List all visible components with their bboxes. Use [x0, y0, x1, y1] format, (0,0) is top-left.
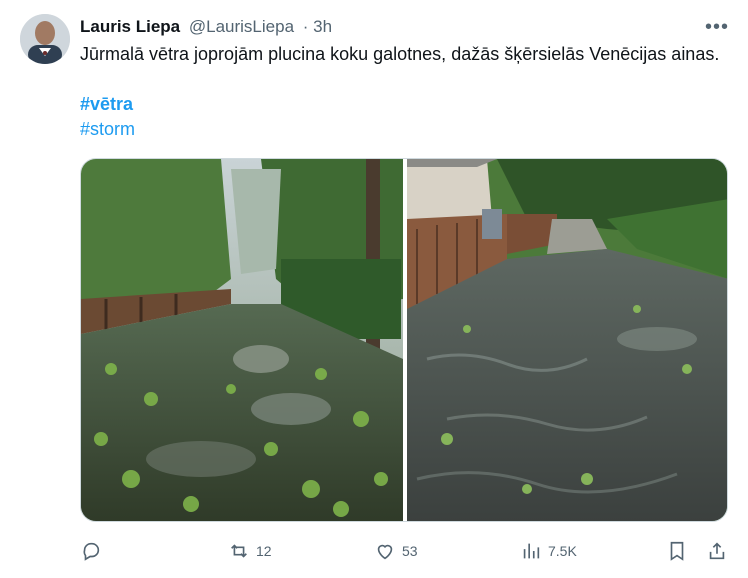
bookmark-button[interactable] [666, 536, 688, 566]
hashtag-vetra[interactable]: #vētra [80, 92, 133, 117]
like-button[interactable]: 53 [374, 536, 418, 566]
retweet-icon [231, 544, 247, 558]
views-count: 7.5K [548, 543, 577, 559]
storm-photo-left[interactable] [81, 159, 403, 521]
author-name[interactable]: Lauris Liepa [80, 17, 180, 36]
views-button[interactable]: 7.5K [520, 536, 577, 566]
author-handle[interactable]: @LaurisLiepa [189, 17, 294, 36]
reply-button[interactable] [80, 536, 102, 566]
bookmark-icon [670, 541, 684, 561]
media-grid [80, 158, 728, 522]
hashtag-storm[interactable]: #storm [80, 117, 135, 142]
share-button[interactable] [706, 536, 728, 566]
storm-photo-right[interactable] [407, 159, 727, 521]
tweet-text: Jūrmalā vētra joprojām plucina koku galo… [80, 44, 720, 64]
like-icon [377, 544, 393, 560]
views-icon [523, 543, 540, 559]
retweet-button[interactable]: 12 [228, 536, 272, 566]
more-icon[interactable]: ••• [702, 14, 732, 40]
share-icon [709, 542, 725, 560]
like-count: 53 [402, 543, 418, 559]
tweet-header: Lauris Liepa @LaurisLiepa · 3h [80, 16, 332, 38]
retweet-count: 12 [256, 543, 272, 559]
author-avatar[interactable] [20, 14, 70, 64]
tweet-time[interactable]: · 3h [303, 17, 332, 36]
reply-icon [83, 542, 100, 561]
